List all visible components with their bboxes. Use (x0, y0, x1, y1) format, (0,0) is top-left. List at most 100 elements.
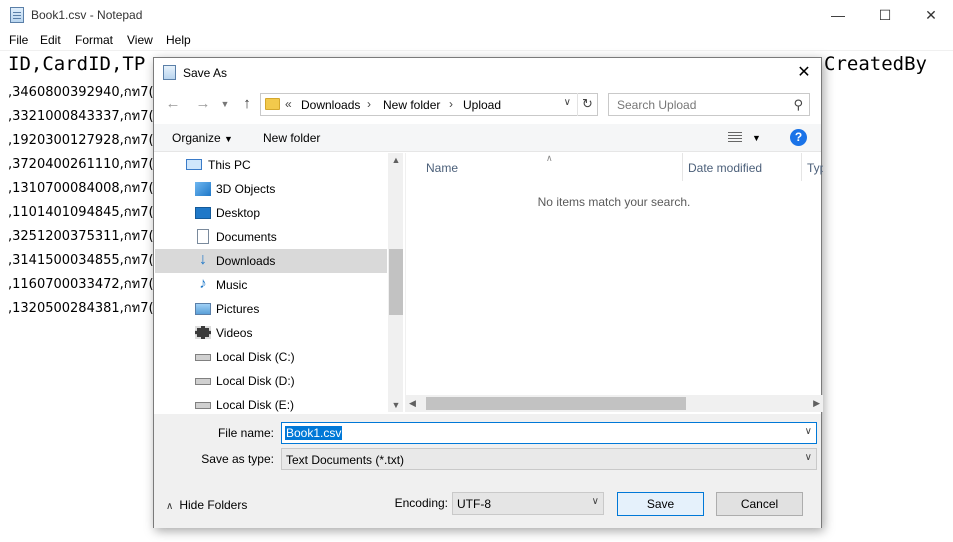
notepad-icon (10, 7, 24, 23)
menu-edit[interactable]: Edit (40, 33, 61, 47)
maximize-button[interactable]: ☐ (862, 0, 908, 30)
encoding-select[interactable]: UTF-8 ∨ (452, 492, 604, 515)
nav-pane-scrollbar[interactable]: ▲ ▼ (388, 153, 403, 412)
scroll-right-icon[interactable]: ▶ (813, 398, 820, 409)
help-icon[interactable]: ? (790, 129, 807, 146)
save-button[interactable]: Save (617, 492, 704, 516)
up-arrow-icon[interactable]: ↑ (236, 93, 258, 115)
search-input[interactable]: Search Upload ⚲ (608, 93, 810, 116)
save-form: File name: Book1.csv ∨ Save as type: Tex… (154, 414, 821, 528)
breadcrumb-downloads[interactable]: Downloads (301, 98, 360, 112)
nav-item-label: 3D Objects (216, 182, 276, 196)
dialog-toolbar: Organize ▼ New folder ▼ ? (154, 124, 821, 152)
csv-row: ,3141500034855,กท7(1 (8, 253, 162, 268)
navigation-pane[interactable]: This PC 3D Objects Desktop Documents ↓ D… (155, 153, 403, 412)
breadcrumb-separator-icon[interactable]: › (367, 97, 371, 111)
encoding-dropdown-icon[interactable]: ∨ (592, 496, 599, 507)
file-name-input[interactable]: Book1.csv ∨ (281, 422, 817, 444)
column-header-type[interactable]: Typ (802, 153, 823, 181)
nav-item-pictures[interactable]: Pictures (155, 297, 387, 321)
empty-list-message: No items match your search. (537, 195, 691, 209)
refresh-icon[interactable]: ↻ (577, 93, 597, 116)
nav-item-local-disk-d[interactable]: Local Disk (D:) (155, 369, 387, 393)
nav-item-local-disk-e[interactable]: Local Disk (E:) (155, 393, 387, 412)
nav-item-label: Local Disk (E:) (216, 398, 295, 412)
breadcrumb-separator-icon[interactable]: › (449, 97, 453, 111)
nav-item-3d-objects[interactable]: 3D Objects (155, 177, 387, 201)
music-note-icon: ♪ (199, 275, 207, 292)
film-icon (195, 326, 211, 339)
csv-row: ,1920300127928,กท7(1 (8, 133, 162, 148)
search-icon[interactable]: ⚲ (793, 97, 803, 113)
nav-item-this-pc[interactable]: This PC (155, 153, 387, 177)
scrollbar-thumb[interactable] (426, 397, 686, 410)
nav-item-local-disk-c[interactable]: Local Disk (C:) (155, 345, 387, 369)
address-dropdown-icon[interactable]: ∨ (564, 97, 571, 108)
breadcrumb-new-folder[interactable]: New folder (383, 98, 440, 112)
computer-icon (186, 159, 202, 170)
nav-item-label: This PC (208, 158, 251, 172)
dialog-title: Save As (183, 66, 228, 80)
nav-item-label: Documents (216, 230, 277, 244)
file-list-pane[interactable]: ∧ Name Date modified Typ No items match … (405, 153, 823, 412)
folder-icon (265, 98, 280, 110)
csv-header-tail: CreatedBy (824, 53, 927, 75)
address-bar[interactable]: « Downloads › New folder › Upload ∨ (260, 93, 598, 116)
nav-item-label: Music (216, 278, 248, 292)
csv-row: ,3720400261110,กท7(1 (8, 157, 162, 172)
csv-row: ,1160700033472,กท7(1 (8, 277, 162, 292)
file-name-dropdown-icon[interactable]: ∨ (805, 426, 812, 437)
scroll-up-icon[interactable]: ▲ (388, 155, 403, 165)
nav-item-desktop[interactable]: Desktop (155, 201, 387, 225)
scroll-down-icon[interactable]: ▼ (388, 400, 403, 410)
save-type-value: Text Documents (*.txt) (286, 453, 405, 467)
view-options-icon[interactable] (728, 132, 742, 143)
csv-header-line: ID,CardID,TP (8, 53, 146, 75)
organize-chevron-icon: ▼ (224, 134, 233, 144)
hide-folders-button[interactable]: ∧ Hide Folders (166, 498, 247, 512)
cancel-button[interactable]: Cancel (716, 492, 803, 516)
nav-item-downloads[interactable]: ↓ Downloads (155, 249, 387, 273)
minimize-button[interactable]: — (815, 0, 861, 30)
drive-icon (195, 402, 211, 409)
menu-help[interactable]: Help (166, 33, 191, 47)
menu-format[interactable]: Format (75, 33, 113, 47)
nav-item-music[interactable]: ♪ Music (155, 273, 387, 297)
new-folder-button[interactable]: New folder (263, 131, 320, 145)
nav-item-videos[interactable]: Videos (155, 321, 387, 345)
close-button[interactable]: ✕ (908, 0, 953, 30)
picture-icon (195, 303, 211, 315)
csv-row: ,3251200375311,กท7(1 (8, 229, 162, 244)
dialog-close-button[interactable]: ✕ (787, 58, 821, 88)
scrollbar-thumb[interactable] (389, 249, 403, 315)
view-chevron-icon[interactable]: ▼ (752, 133, 761, 143)
address-overflow[interactable]: « (285, 97, 292, 111)
file-list-hscrollbar[interactable]: ◀ ▶ (406, 395, 823, 412)
column-header-label: Date modified (688, 161, 763, 175)
column-header-label: Name (426, 161, 459, 175)
save-type-label: Save as type: (201, 452, 274, 466)
csv-row: ,1310700084008,กท7(1 (8, 181, 162, 196)
navigation-row: ← → ▼ ↑ « Downloads › New folder › Uploa… (154, 91, 821, 117)
document-icon (197, 229, 209, 244)
menu-file[interactable]: File (9, 33, 28, 47)
column-header-name[interactable]: Name (406, 153, 682, 181)
menu-view[interactable]: View (127, 33, 153, 47)
save-type-select[interactable]: Text Documents (*.txt) ∨ (281, 448, 817, 470)
dialog-notepad-icon (163, 65, 176, 80)
back-arrow-icon[interactable]: ← (162, 93, 184, 115)
file-name-value[interactable]: Book1.csv (285, 426, 343, 440)
organize-button[interactable]: Organize ▼ (172, 131, 233, 145)
encoding-value: UTF-8 (457, 497, 491, 511)
scroll-left-icon[interactable]: ◀ (409, 398, 416, 409)
dialog-titlebar[interactable]: Save As ✕ (154, 58, 821, 88)
nav-item-documents[interactable]: Documents (155, 225, 387, 249)
nav-item-label: Local Disk (D:) (216, 374, 295, 388)
save-type-dropdown-icon[interactable]: ∨ (805, 452, 812, 463)
breadcrumb-upload[interactable]: Upload (463, 98, 501, 112)
desktop-icon (195, 207, 211, 219)
organize-label: Organize (172, 131, 221, 145)
forward-arrow-icon[interactable]: → (192, 93, 214, 115)
recent-locations-chevron-icon[interactable]: ▼ (214, 93, 236, 115)
column-header-date-modified[interactable]: Date modified (683, 153, 801, 181)
